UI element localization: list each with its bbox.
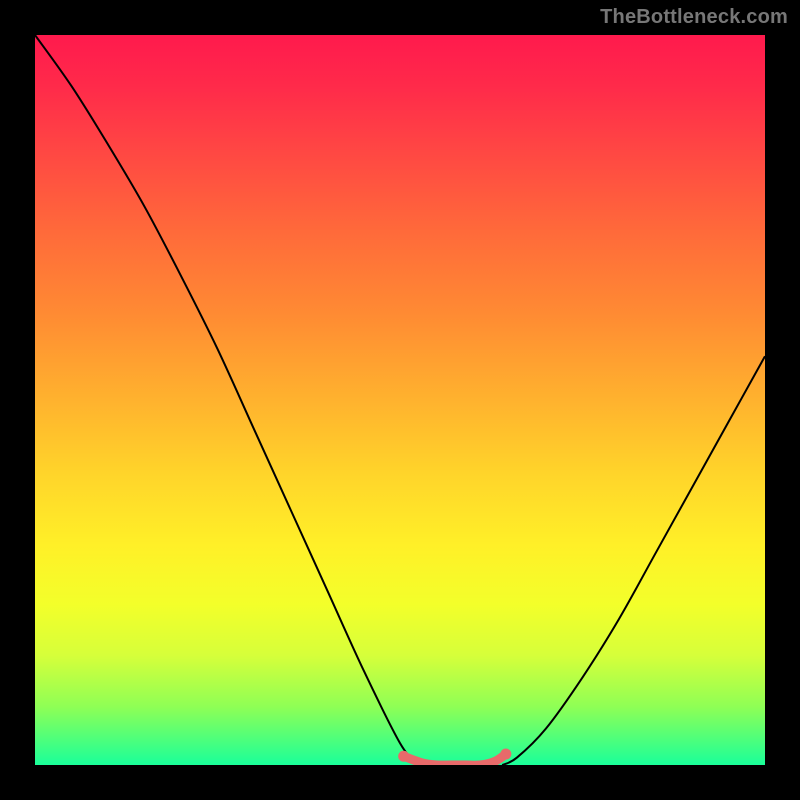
flat-region-curve: [404, 754, 506, 765]
chart-frame: TheBottleneck.com: [0, 0, 800, 800]
watermark-text: TheBottleneck.com: [600, 6, 788, 29]
right-curve: [502, 356, 765, 765]
left-curve: [35, 35, 418, 765]
flat-region-start-dot: [398, 751, 409, 762]
flat-region-end-dot: [500, 749, 511, 760]
plot-area: [35, 35, 765, 765]
curve-layer: [35, 35, 765, 765]
